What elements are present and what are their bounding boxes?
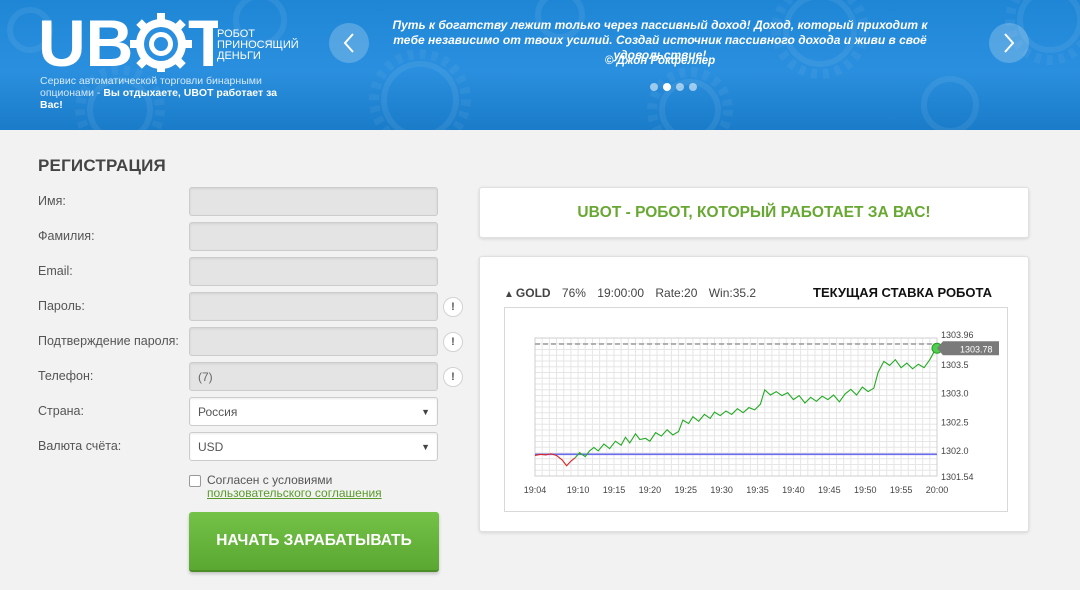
chevron-right-icon <box>1004 33 1015 53</box>
y-tick-label: 1302.0 <box>941 446 969 456</box>
rate-value: Rate:20 <box>655 286 698 300</box>
rate-stats: ▲ GOLD 76% 19:00:00 Rate:20 Win:35.2 <box>504 286 764 300</box>
site-header: UB T РОБОТ ПРИНОСЯЩИЙ ДЕНЬГИ Сервис авто… <box>0 0 1080 130</box>
start-earning-button[interactable]: НАЧАТЬ ЗАРАБАТЫВАТЬ <box>189 512 439 572</box>
price-chart: 1303.78 1301.54 1302.0 1302.5 1303.0 1303.5 13… <box>524 330 999 495</box>
ubot-logo-graphic: UB T <box>38 8 218 72</box>
x-tick-label: 19:04 <box>524 485 547 495</box>
last-name-input[interactable] <box>189 222 438 251</box>
country-label: Страна: <box>38 404 84 418</box>
x-tick-label: 19:20 <box>639 485 662 495</box>
tagline-line: ДЕНЬГИ <box>217 50 261 62</box>
logo-gear-icon <box>130 13 192 72</box>
slider-prev-button[interactable] <box>329 23 369 63</box>
slider-dot[interactable] <box>676 83 684 91</box>
country-select-value: Россия <box>198 404 238 419</box>
rate-percent: 76% <box>561 286 586 300</box>
chevron-left-icon <box>343 33 354 53</box>
slider-dot[interactable] <box>689 83 697 91</box>
password-input[interactable] <box>189 292 438 321</box>
slider-dots <box>650 83 697 91</box>
rate-symbol: GOLD <box>515 286 551 300</box>
rate-win: Win:35.2 <box>708 286 757 300</box>
y-tick-label: 1303.5 <box>941 360 969 370</box>
form-row-email: Email: <box>38 257 478 287</box>
x-tick-label: 20:00 <box>926 485 949 495</box>
robot-rate-panel: ▲ GOLD 76% 19:00:00 Rate:20 Win:35.2 ТЕКУ… <box>479 256 1029 532</box>
terms-link[interactable]: пользовательского соглашения <box>207 486 382 500</box>
x-tick-label: 19:40 <box>782 485 805 495</box>
form-row-first-name: Имя: <box>38 187 478 217</box>
site-subtitle: Сервис автоматической торговли бинарными… <box>40 75 300 111</box>
ubot-logo[interactable]: UB T <box>38 8 218 72</box>
registration-title: РЕГИСТРАЦИЯ <box>38 156 166 175</box>
phone-input[interactable] <box>189 362 438 391</box>
triangle-down-icon: ▼ <box>421 407 430 417</box>
form-row-currency: Валюта счёта: USD ▼ <box>38 432 478 462</box>
x-tick-label: 19:45 <box>818 485 841 495</box>
first-name-label: Имя: <box>38 194 66 208</box>
terms-text: Согласен с условиями <box>207 473 333 487</box>
price-chart-frame: 1303.78 1301.54 1302.0 1302.5 1303.0 1303.5 13… <box>504 307 1008 512</box>
triangle-up-icon: ▲ <box>504 289 514 300</box>
price-series-red <box>534 453 576 467</box>
y-tick-label: 1301.54 <box>941 472 974 482</box>
x-tick-label: 19:15 <box>603 485 626 495</box>
form-row-last-name: Фамилия: <box>38 222 478 252</box>
promo-banner: UBOT - РОБОТ, КОТОРЫЙ РАБОТАЕТ ЗА ВАС! <box>479 187 1029 238</box>
email-label: Email: <box>38 264 73 278</box>
current-price-label: 1303.78 <box>960 344 993 354</box>
form-row-phone: Телефон: ! <box>38 362 478 392</box>
x-tick-label: 19:35 <box>746 485 769 495</box>
currency-label: Валюта счёта: <box>38 439 122 453</box>
terms-checkbox[interactable] <box>189 475 201 487</box>
first-name-input[interactable] <box>189 187 438 216</box>
quote-author: © Джон Рокфеллер <box>604 55 716 67</box>
last-name-label: Фамилия: <box>38 229 95 243</box>
slider-dot-active[interactable] <box>663 83 671 91</box>
phone-hint-icon[interactable]: ! <box>443 367 463 387</box>
x-tick-label: 19:30 <box>710 485 733 495</box>
logo-tagline: РОБОТ ПРИНОСЯЩИЙ ДЕНЬГИ <box>217 29 307 62</box>
y-tick-label: 1302.5 <box>941 417 969 427</box>
rate-panel-title: ТЕКУЩАЯ СТАВКА РОБОТА <box>813 285 993 300</box>
logo-letters-ub: UB <box>38 8 133 72</box>
password-confirm-label: Подтверждение пароля: <box>38 334 179 348</box>
password-label: Пароль: <box>38 299 85 313</box>
phone-label: Телефон: <box>38 369 94 383</box>
x-tick-label: 19:25 <box>674 485 697 495</box>
x-tick-label: 19:10 <box>567 485 590 495</box>
currency-select[interactable]: USD ▼ <box>189 432 438 461</box>
email-input[interactable] <box>189 257 438 286</box>
x-tick-label: 19:55 <box>890 485 913 495</box>
slider-dot[interactable] <box>650 83 658 91</box>
rate-time: 19:00:00 <box>597 286 645 300</box>
form-row-password-confirm: Подтверждение пароля: ! <box>38 327 478 357</box>
y-tick-label: 1303.0 <box>941 389 969 399</box>
x-tick-label: 19:50 <box>854 485 877 495</box>
form-row-password: Пароль: ! <box>38 292 478 322</box>
password-confirm-input[interactable] <box>189 327 438 356</box>
password-hint-icon[interactable]: ! <box>443 297 463 317</box>
form-row-country: Страна: Россия ▼ <box>38 397 478 427</box>
triangle-down-icon: ▼ <box>421 442 430 452</box>
currency-select-value: USD <box>198 439 224 454</box>
slider-next-button[interactable] <box>989 23 1029 63</box>
y-tick-label: 1303.96 <box>941 330 974 340</box>
password-confirm-hint-icon[interactable]: ! <box>443 332 463 352</box>
promo-banner-text: UBOT - РОБОТ, КОТОРЫЙ РАБОТАЕТ ЗА ВАС! <box>577 203 931 221</box>
country-select[interactable]: Россия ▼ <box>189 397 438 426</box>
logo-letter-t: T <box>188 8 218 72</box>
